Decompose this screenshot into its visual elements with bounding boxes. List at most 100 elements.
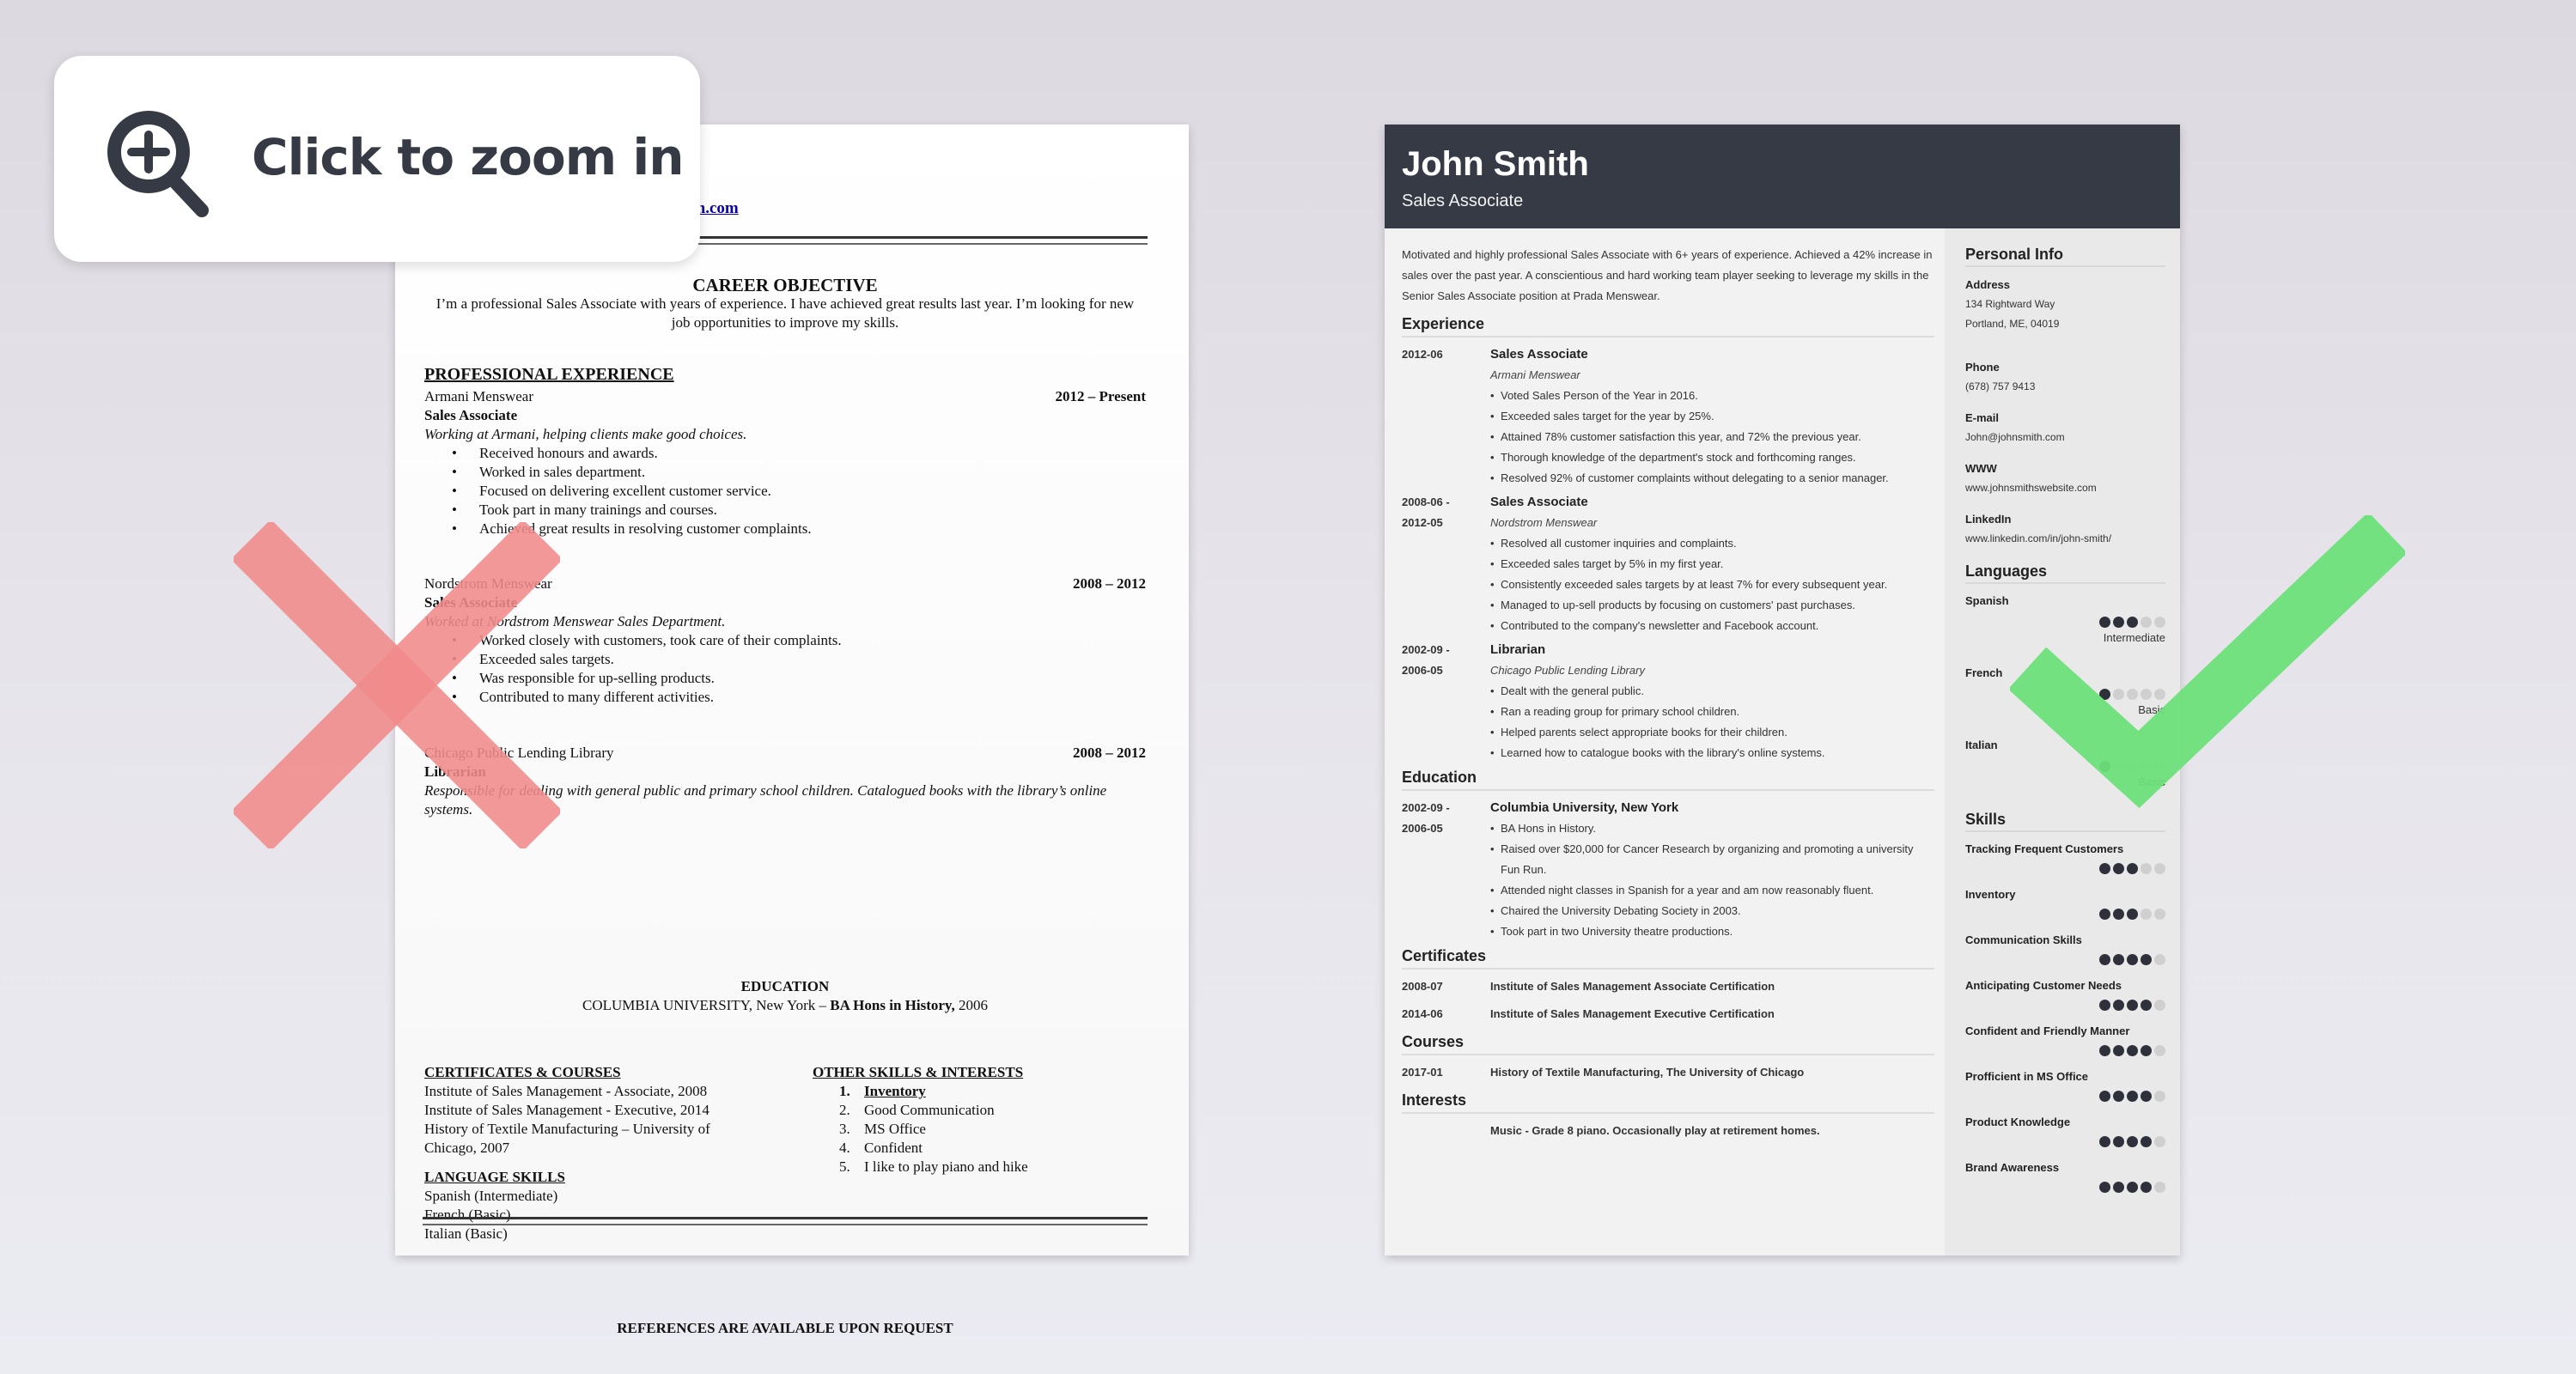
rating-dot-empty <box>2154 761 2165 772</box>
skills-heading: Skills <box>1965 811 2165 832</box>
job-dates: 2008 – 2012 <box>1073 575 1146 592</box>
rating-dot-empty <box>2141 761 2152 772</box>
date-start: 2002-09 - <box>1402 643 1450 656</box>
entry-bullet: Learned how to catalogue books with the … <box>1490 743 1934 763</box>
entry-dates: 2012-06 <box>1402 344 1490 489</box>
rating-dot-filled <box>2127 1182 2138 1193</box>
job-role: Sales Associate <box>424 594 518 611</box>
rating-dot-filled <box>2113 1091 2124 1102</box>
date-end: 2012-05 <box>1402 516 1443 529</box>
date-start: 2012-06 <box>1402 348 1443 361</box>
skill-item: Anticipating Customer Needs <box>1965 977 2165 1011</box>
job-entry: Armani Menswear 2012 – Present Sales Ass… <box>424 387 1146 538</box>
rating-dot-empty <box>2154 954 2165 965</box>
course-name: History of Textile Manufacturing, The Un… <box>1490 1066 1805 1079</box>
rating-dot-empty <box>2113 689 2124 700</box>
language-item: French Basic <box>1965 665 2165 718</box>
other-skill-item: Confident <box>854 1139 1122 1158</box>
interests-heading: Interests <box>1402 1090 1934 1114</box>
date-start: 2002-09 - <box>1402 801 1450 814</box>
linkedin-label: LinkedIn <box>1965 513 2012 526</box>
other-skill-item: MS Office <box>854 1120 1122 1139</box>
certificate-item: Institute of Sales Management - Executiv… <box>424 1102 709 1118</box>
job-entry: Nordstrom Menswear 2008 – 2012 Sales Ass… <box>424 575 1146 707</box>
interests-entry: Music - Grade 8 piano. Occasionally play… <box>1402 1121 1934 1141</box>
skill-name: Brand Awareness <box>1965 1161 2060 1174</box>
other-skills-list: Inventory Good Communication MS Office C… <box>813 1082 1122 1176</box>
rating-dots <box>1965 1091 2165 1102</box>
entry-bullet: Attended night classes in Spanish for a … <box>1490 880 1934 901</box>
education-school: Columbia University, New York <box>1490 800 1679 815</box>
rating-dot-filled <box>2141 1045 2152 1056</box>
www-value: www.johnsmithswebsite.com <box>1965 482 2097 494</box>
job-bullet: Worked closely with customers, took care… <box>452 631 1146 650</box>
rating-dot-filled <box>2099 617 2110 628</box>
skill-name: Tracking Frequent Customers <box>1965 842 2124 855</box>
rating-dot-empty <box>2113 761 2124 772</box>
skill-item: Inventory <box>1965 886 2165 920</box>
entry-dates: 2002-09 - 2006-05 <box>1402 640 1490 763</box>
rating-dot-filled <box>2099 689 2110 700</box>
entry-bullet: Ran a reading group for primary school c… <box>1490 702 1934 722</box>
certificate-entry: 2008-07 Institute of Sales Management As… <box>1402 976 1934 997</box>
rating-dot-filled <box>2127 1091 2138 1102</box>
rating-dot-empty <box>2154 1045 2165 1056</box>
rating-dot-empty <box>2154 617 2165 628</box>
click-to-zoom-button[interactable]: Click to zoom in <box>54 56 700 262</box>
rating-dot-filled <box>2099 1045 2110 1056</box>
other-skill-item: Inventory <box>854 1082 1122 1101</box>
entry-bullet: Took part in two University theatre prod… <box>1490 921 1934 942</box>
rating-dot-empty <box>2127 761 2138 772</box>
job-bullets: Received honours and awards. Worked in s… <box>424 444 1146 538</box>
certificate-item: History of Textile Manufacturing – Unive… <box>424 1121 710 1156</box>
good-resume-example[interactable]: John Smith Sales Associate Motivated and… <box>1385 125 2180 1255</box>
rating-dot-filled <box>2099 954 2110 965</box>
language-item: Spanish Intermediate <box>1965 593 2165 646</box>
skills-list: Tracking Frequent Customers Inventory Comm… <box>1965 841 2165 1193</box>
rating-dot-filled <box>2127 617 2138 628</box>
skill-item: Communication Skills <box>1965 932 2165 965</box>
rating-dot-empty <box>2141 863 2152 874</box>
rating-dot-empty <box>2154 909 2165 920</box>
education-entry: 2002-09 - 2006-05 Columbia University, N… <box>1402 798 1934 942</box>
rating-dot-empty <box>2141 617 2152 628</box>
entry-dates: 2008-06 - 2012-05 <box>1402 492 1490 636</box>
language-name: French <box>1965 666 2003 679</box>
entry-bullet: Resolved 92% of customer complaints with… <box>1490 468 1934 489</box>
entry-role: Sales Associate <box>1490 495 1588 509</box>
linkedin-value: www.linkedin.com/in/john-smith/ <box>1965 532 2112 544</box>
rating-dots <box>1965 1182 2165 1193</box>
rating-dot-filled <box>2113 1182 2124 1193</box>
entry-bullet: Attained 78% customer satisfaction this … <box>1490 427 1934 447</box>
entry-bullet: Helped parents select appropriate books … <box>1490 722 1934 743</box>
language-item: Spanish (Intermediate) <box>424 1188 558 1204</box>
entry-bullet: Exceeded sales target by 5% in my first … <box>1490 554 1934 575</box>
entry-bullet: Voted Sales Person of the Year in 2016. <box>1490 386 1934 406</box>
rating-dot-filled <box>2127 954 2138 965</box>
entry-bullet: Chaired the University Debating Society … <box>1490 901 1934 921</box>
rating-dot-filled <box>2113 1000 2124 1011</box>
rating-dot-filled <box>2099 1136 2110 1147</box>
other-skill-item: I like to play piano and hike <box>854 1158 1122 1176</box>
rating-dots <box>1965 1000 2165 1011</box>
job-description: Worked at Nordstrom Menswear Sales Depar… <box>424 613 726 629</box>
entry-organization: Armani Menswear <box>1490 368 1580 381</box>
course-entry: 2017-01 History of Textile Manufacturing… <box>1402 1062 1934 1083</box>
skill-item: Profficient in MS Office <box>1965 1068 2165 1102</box>
bad-resume-example[interactable]: insmith.com CAREER OBJECTIVE I’m a profe… <box>395 125 1189 1336</box>
skill-name: Confident and Friendly Manner <box>1965 1024 2130 1037</box>
entry-bullet: Exceeded sales target for the year by 25… <box>1490 406 1934 427</box>
experience-heading: Experience <box>1402 313 1934 337</box>
education-school: COLUMBIA UNIVERSITY, New York – <box>582 997 831 1013</box>
entry-bullet: Consistently exceeded sales targets by a… <box>1490 575 1934 595</box>
interests-text: Music - Grade 8 piano. Occasionally play… <box>1490 1124 1820 1137</box>
experience-entry: 2008-06 - 2012-05 Sales Associate Nordst… <box>1402 492 1934 636</box>
skill-name: Profficient in MS Office <box>1965 1070 2089 1083</box>
other-skill-item: Good Communication <box>854 1101 1122 1120</box>
languages-list: Spanish Intermediate French Basic Italian Bas… <box>1965 593 2165 790</box>
zoom-label: Click to zoom in <box>252 128 684 186</box>
skill-name: Product Knowledge <box>1965 1116 2071 1128</box>
rating-dot-filled <box>2099 1091 2110 1102</box>
rating-dot-empty <box>2141 689 2152 700</box>
rating-dot-filled <box>2113 954 2124 965</box>
